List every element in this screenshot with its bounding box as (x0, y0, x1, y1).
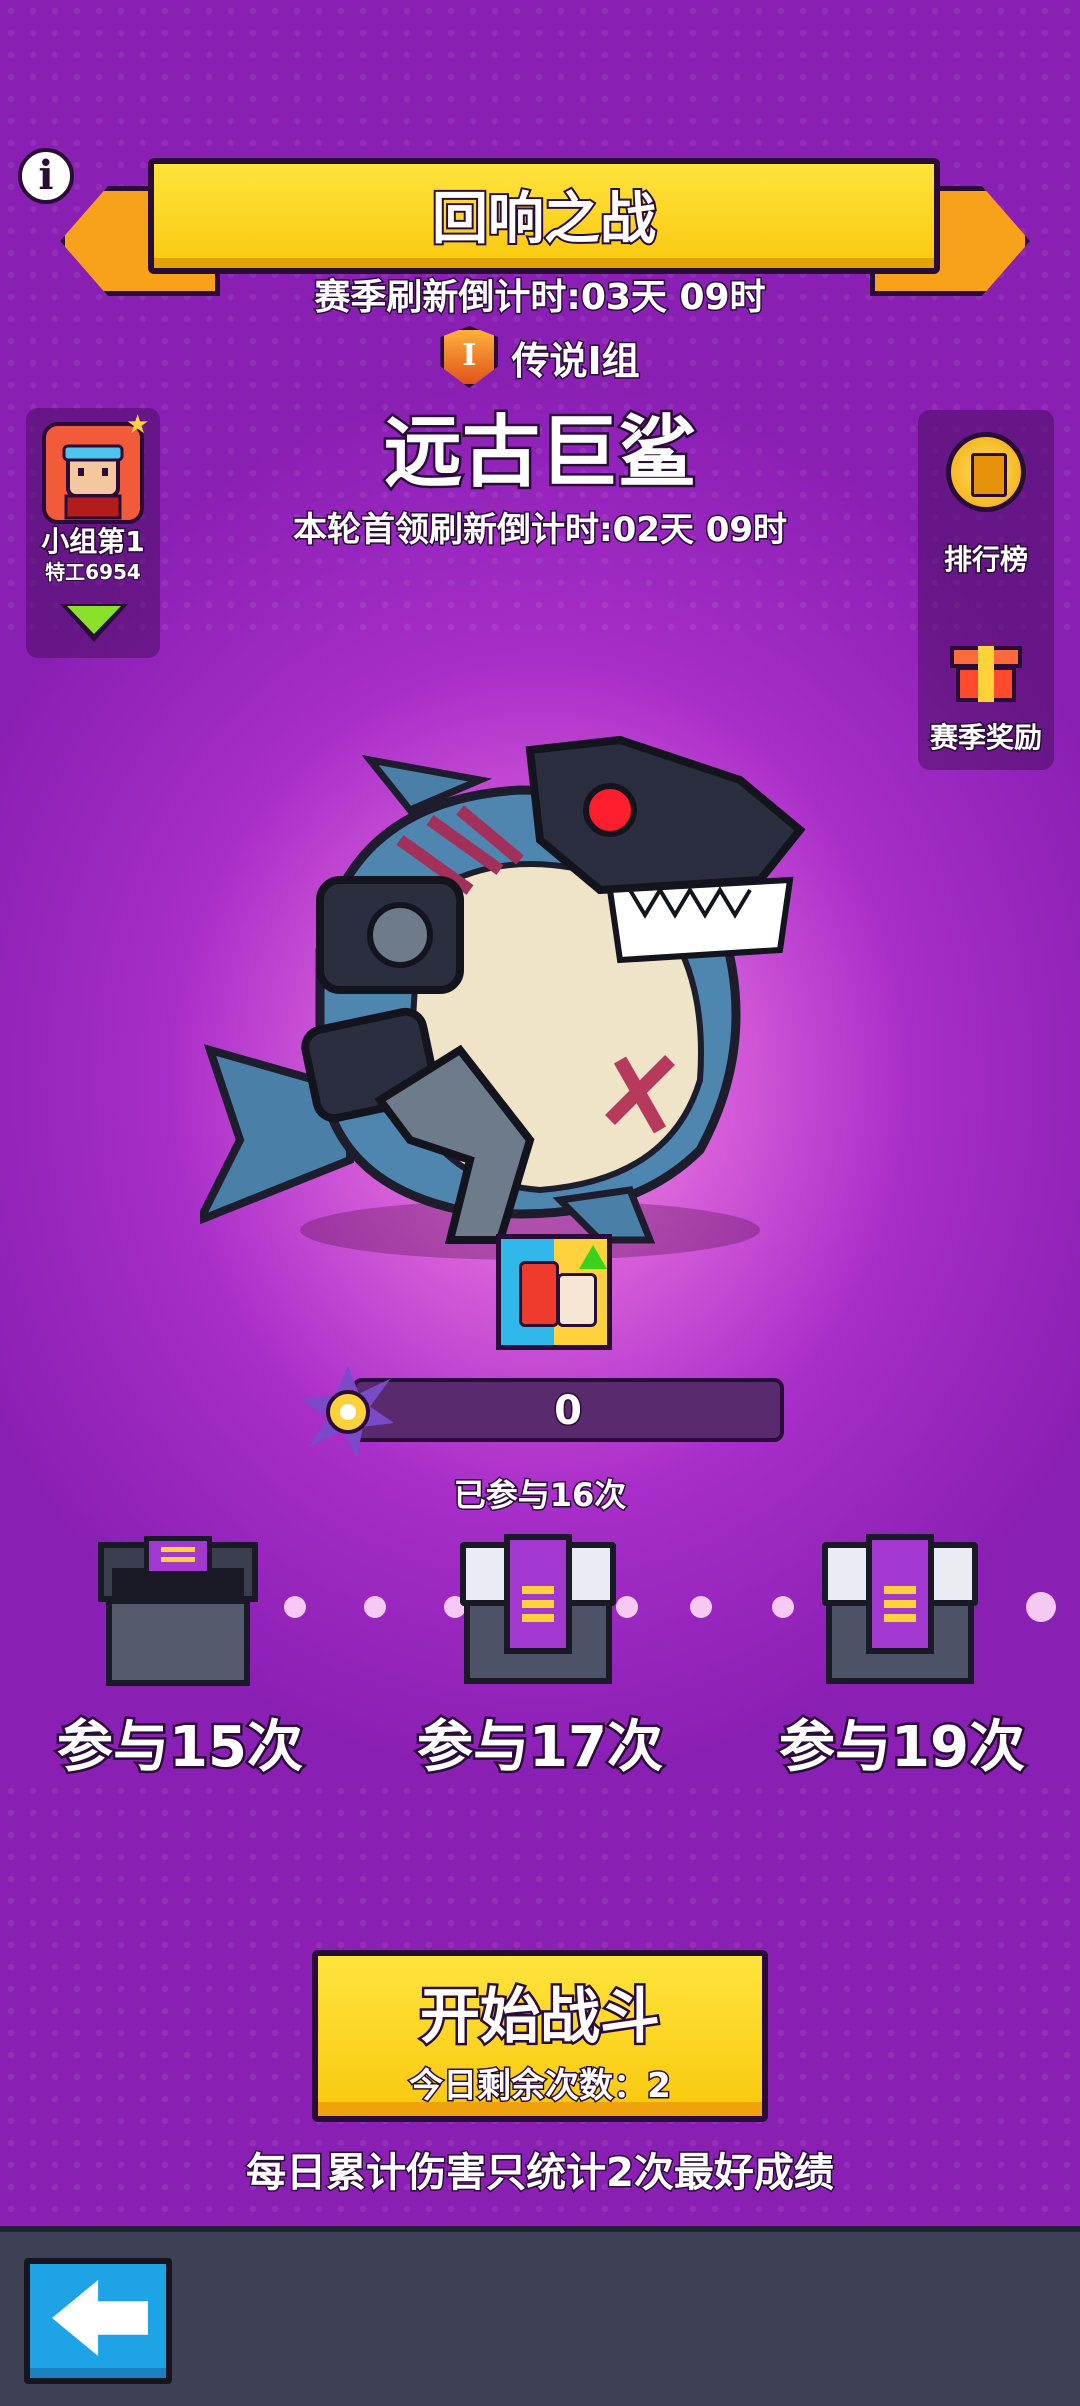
season-rewards-button[interactable]: 赛季奖励 (918, 620, 1054, 770)
gift-icon (950, 628, 1022, 702)
milestone-label: 参与15次 (55, 1713, 306, 1783)
remaining-attempts: 今日剩余次数：2 (408, 2065, 673, 2108)
season-rewards-label: 赛季奖励 (928, 720, 1043, 756)
league-row: I 传说I组 (0, 326, 1080, 388)
milestone-chest-opened[interactable] (98, 1536, 258, 1686)
milestone-label: 参与17次 (415, 1713, 666, 1783)
start-battle-button[interactable]: 开始战斗 今日剩余次数：2 (312, 1950, 768, 2122)
season-countdown: 赛季刷新倒计时:03天 09时 (313, 276, 767, 320)
progress-dot (772, 1596, 794, 1618)
participation-count: 已参与16次 (452, 1475, 628, 1516)
rank-label: 小组第1 (40, 524, 146, 560)
footer-note: 每日累计伤害只统计2次最好成绩 (245, 2149, 836, 2198)
trophy-medal-icon (946, 432, 1026, 512)
damage-star-icon (302, 1366, 394, 1458)
right-menu: 排行榜 赛季奖励 (918, 410, 1054, 770)
rank-card[interactable]: ★ 小组第1 特工6954 (26, 408, 160, 658)
bottom-bar (0, 2226, 1080, 2406)
milestone-chest-locked[interactable] (822, 1534, 982, 1684)
start-battle-label: 开始战斗 (418, 1980, 663, 2055)
banner-plate: 回响之战 (148, 158, 940, 274)
milestone-label: 参与19次 (777, 1713, 1028, 1783)
progress-dot (690, 1596, 712, 1618)
arrow-left-icon (52, 2280, 148, 2356)
milestone-chest-locked[interactable] (460, 1534, 620, 1684)
league-badge-icon: I (440, 326, 499, 388)
damage-bar: 0 (352, 1378, 784, 1442)
league-label: 传说I组 (510, 337, 641, 384)
progress-dot (284, 1596, 306, 1618)
back-button[interactable] (24, 2258, 172, 2384)
damage-value: 0 (553, 1387, 584, 1436)
page-title: 回响之战 (430, 185, 658, 254)
player-name: 特工6954 (44, 559, 142, 585)
chevron-down-icon[interactable] (60, 604, 128, 642)
progress-dot (1026, 1592, 1056, 1622)
progress-dot (364, 1596, 386, 1618)
element-buff-icon[interactable] (496, 1234, 612, 1350)
info-icon[interactable]: i (18, 148, 74, 204)
crown-icon: ★ (126, 410, 150, 440)
leaderboard-label: 排行榜 (942, 542, 1029, 578)
shark-boss-illustration (200, 735, 806, 1260)
leaderboard-button[interactable]: 排行榜 (918, 424, 1054, 584)
